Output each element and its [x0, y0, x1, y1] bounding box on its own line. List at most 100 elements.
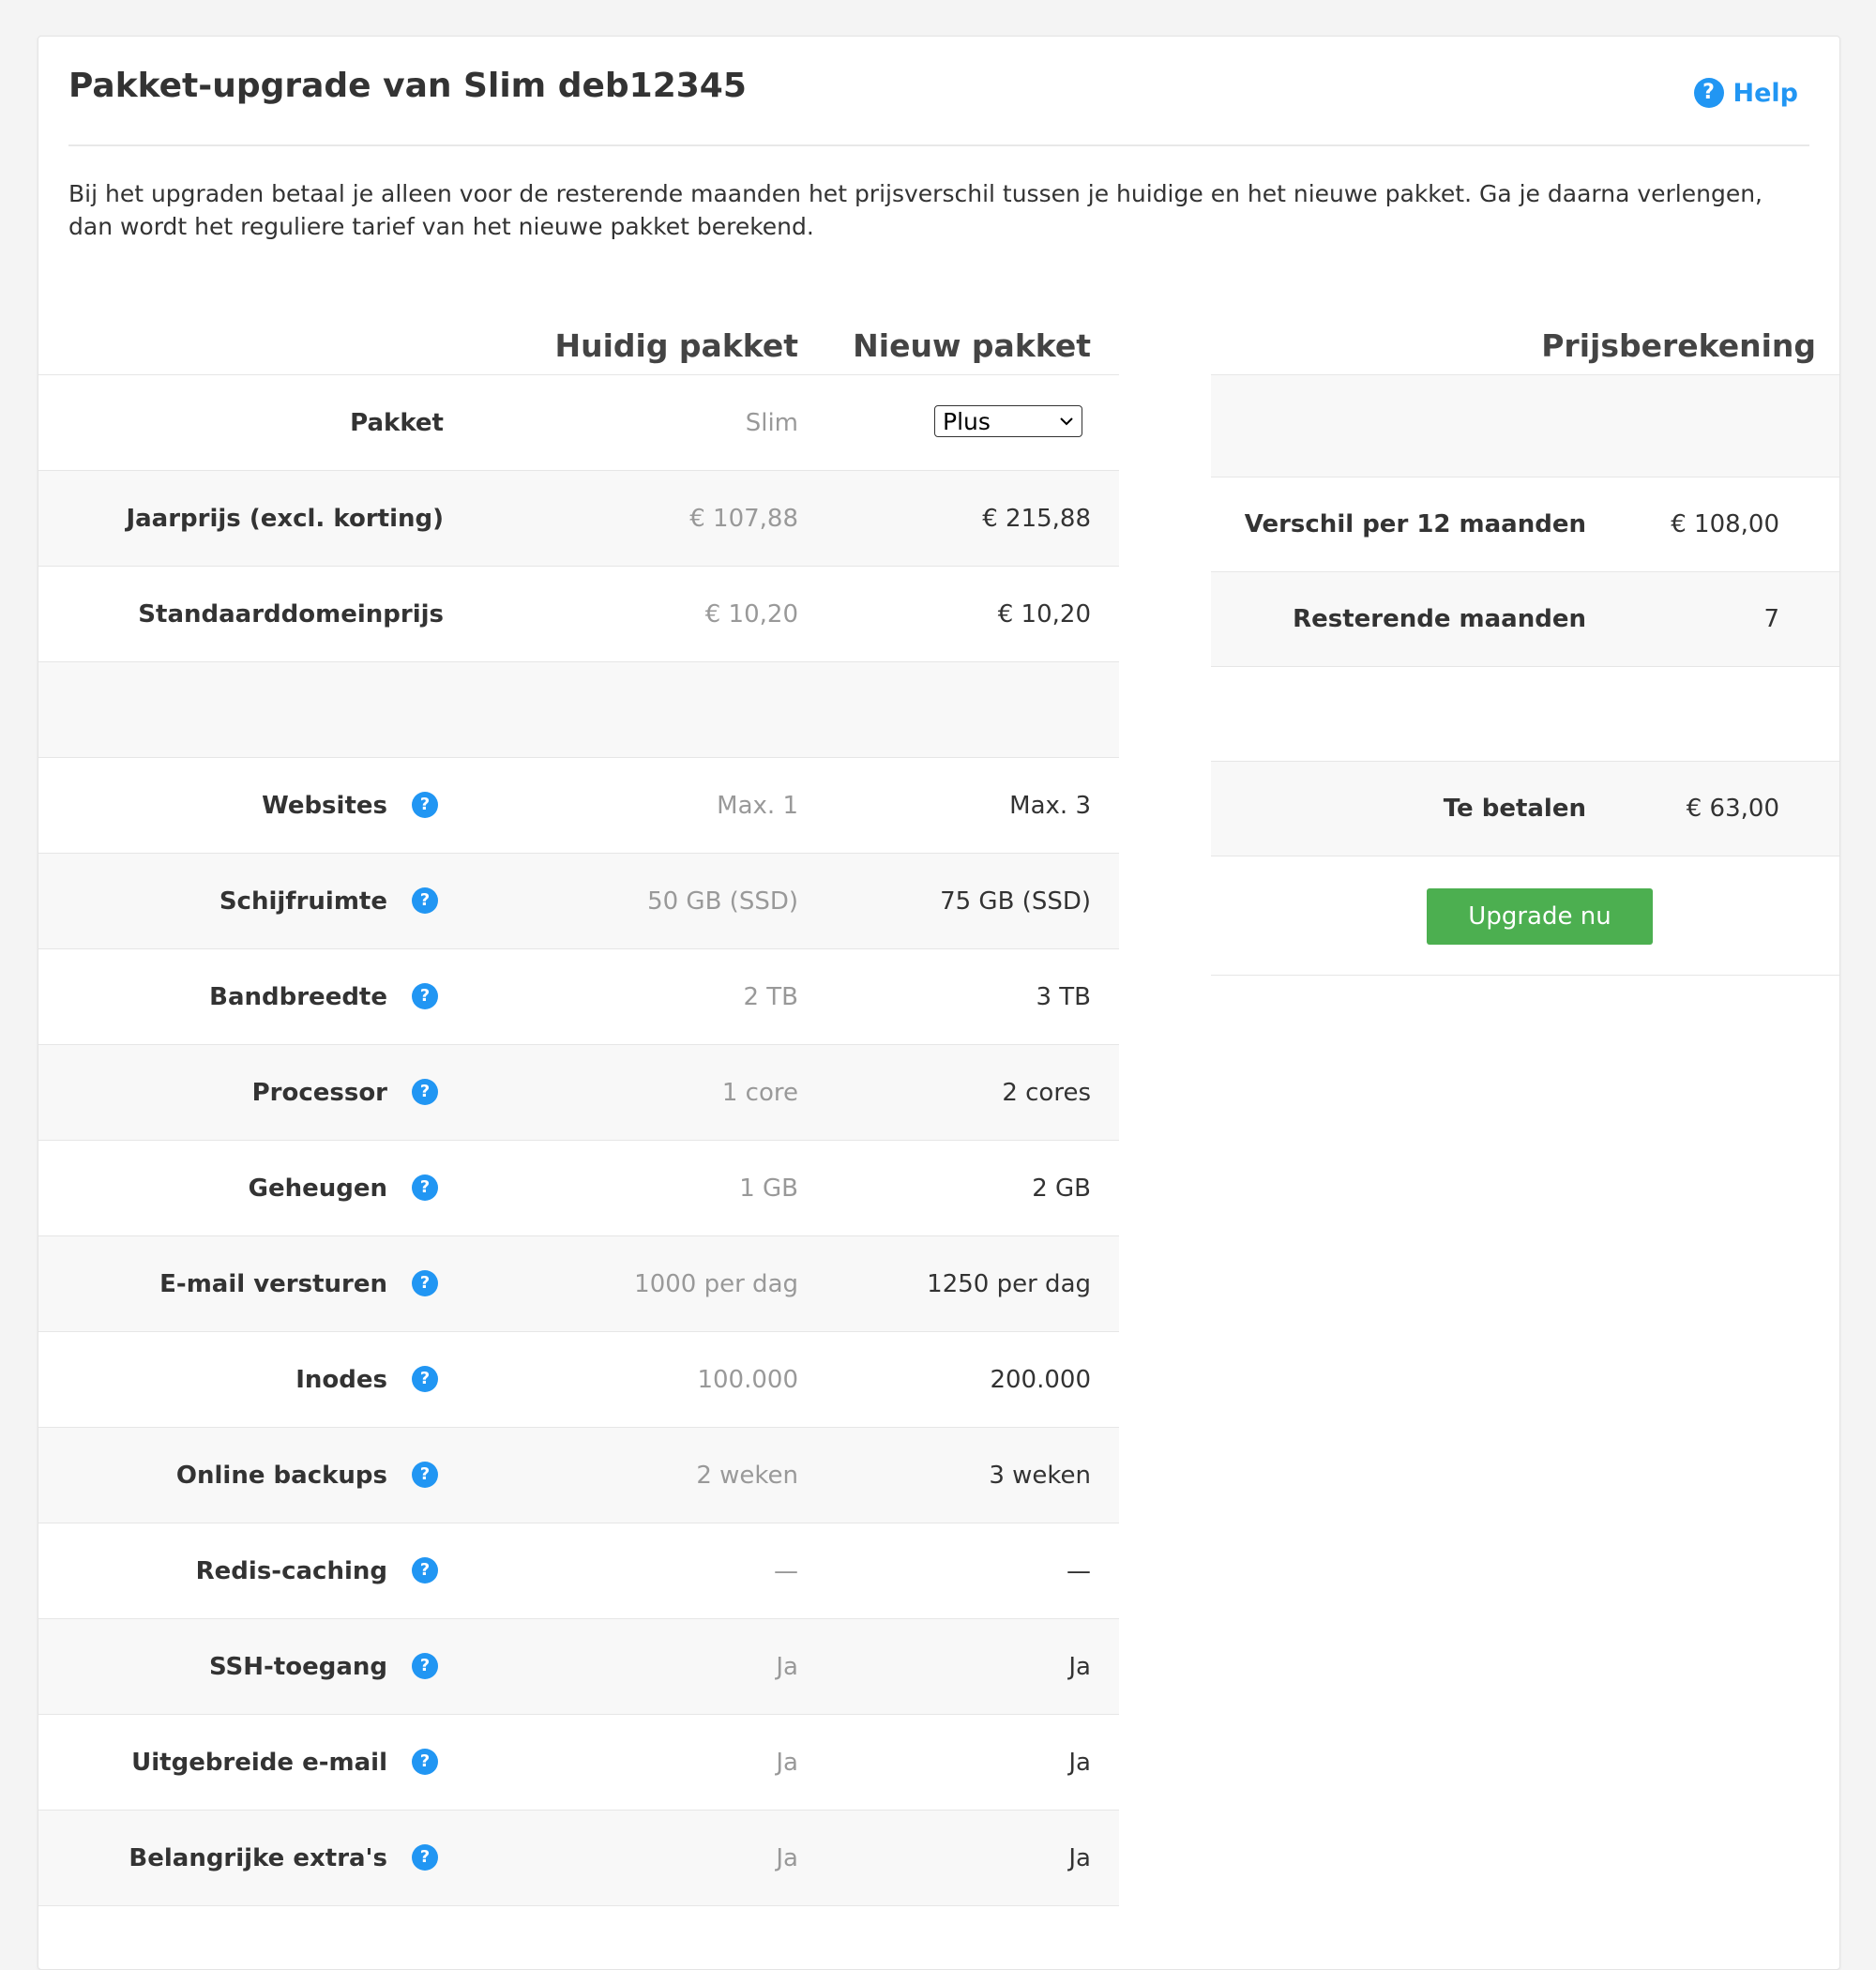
feature-row: Uitgebreide e-mail ? Ja Ja — [38, 1714, 1119, 1810]
new-value: 3 weken — [989, 1461, 1091, 1490]
feature-row: Online backups ? 2 weken 3 weken — [38, 1427, 1119, 1523]
current-value: € 107,88 — [689, 504, 798, 533]
new-package-header: Nieuw pakket — [853, 327, 1091, 364]
current-value: 2 weken — [696, 1461, 798, 1490]
feature-row: Processor ? 1 core 2 cores — [38, 1044, 1119, 1140]
feature-row: Belangrijke extra's ? Ja Ja — [38, 1810, 1119, 1906]
row-label: Processor — [251, 1078, 387, 1107]
info-icon[interactable]: ? — [412, 1653, 438, 1679]
price-calculation-table: Verschil per 12 maanden € 108,00 Restere… — [1211, 374, 1839, 976]
row-label: Online backups — [175, 1461, 387, 1490]
current-value: Ja — [776, 1652, 798, 1681]
new-value: — — [1067, 1556, 1091, 1585]
feature-row: Websites ? Max. 1 Max. 3 — [38, 757, 1119, 853]
help-link[interactable]: ? Help — [1693, 78, 1799, 108]
feature-row: Bandbreedte ? 2 TB 3 TB — [38, 948, 1119, 1044]
row-label: Inodes — [295, 1365, 387, 1394]
current-value: Ja — [776, 1843, 798, 1872]
new-value: € 215,88 — [982, 504, 1091, 533]
current-value: Ja — [776, 1748, 798, 1777]
row-label: Belangrijke extra's — [129, 1843, 387, 1872]
feature-row: SSH-toegang ? Ja Ja — [38, 1618, 1119, 1714]
row-label: SSH-toegang — [208, 1652, 387, 1681]
current-value: 1 core — [721, 1078, 798, 1107]
info-icon[interactable]: ? — [412, 1844, 438, 1871]
new-value: 75 GB (SSD) — [940, 886, 1091, 916]
total-row: Te betalen € 63,00 — [1211, 761, 1839, 856]
info-icon[interactable]: ? — [412, 1270, 438, 1296]
months-label: Resterende maanden — [1293, 605, 1586, 633]
row-label: Pakket — [350, 408, 444, 437]
current-value: — — [774, 1556, 798, 1585]
feature-row: Redis-caching ? — — — [38, 1523, 1119, 1618]
current-value: Slim — [745, 408, 798, 437]
info-icon[interactable]: ? — [412, 1174, 438, 1201]
feature-row: Geheugen ? 1 GB 2 GB — [38, 1140, 1119, 1235]
current-value: € 10,20 — [704, 599, 798, 629]
info-icon[interactable]: ? — [412, 1749, 438, 1775]
row-label: Jaarprijs (excl. korting) — [126, 504, 444, 533]
help-icon: ? — [1693, 78, 1724, 108]
total-label: Te betalen — [1443, 795, 1586, 823]
upgrade-card: Pakket-upgrade van Slim deb12345 ? Help … — [38, 36, 1840, 1970]
feature-row: E-mail versturen ? 1000 per dag 1250 per… — [38, 1235, 1119, 1331]
info-icon[interactable]: ? — [412, 887, 438, 914]
chevron-down-icon — [1060, 417, 1073, 426]
info-icon[interactable]: ? — [412, 1079, 438, 1105]
new-value: 2 cores — [1002, 1078, 1091, 1107]
info-icon[interactable]: ? — [412, 1462, 438, 1488]
feature-row: Inodes ? 100.000 200.000 — [38, 1331, 1119, 1427]
row-label: Geheugen — [248, 1174, 387, 1203]
new-value: Max. 3 — [1009, 791, 1091, 820]
info-icon[interactable]: ? — [412, 792, 438, 818]
price-row: Standaarddomeinprijs € 10,20 € 10,20 — [38, 566, 1119, 661]
feature-row: Schijfruimte ? 50 GB (SSD) 75 GB (SSD) — [38, 853, 1119, 948]
row-label: Websites — [262, 791, 387, 820]
current-value: 1 GB — [739, 1174, 798, 1203]
info-icon[interactable]: ? — [412, 1366, 438, 1392]
row-label: Standaarddomeinprijs — [138, 599, 444, 629]
current-value: Max. 1 — [717, 791, 798, 820]
new-value: Ja — [1068, 1748, 1091, 1777]
upgrade-now-button[interactable]: Upgrade nu — [1427, 888, 1653, 945]
row-label: E-mail versturen — [159, 1269, 387, 1298]
help-label: Help — [1732, 78, 1799, 108]
page-title: Pakket-upgrade van Slim deb12345 — [68, 67, 747, 105]
months-row: Resterende maanden 7 — [1211, 571, 1839, 666]
current-package-header: Huidig pakket — [554, 327, 798, 364]
intro-text: Bij het upgraden betaal je alleen voor d… — [68, 180, 1763, 240]
price-calculation-header: Prijsberekening — [1541, 327, 1816, 364]
difference-row: Verschil per 12 maanden € 108,00 — [1211, 477, 1839, 571]
row-label: Bandbreedte — [209, 982, 387, 1011]
package-row: Pakket Slim Plus — [38, 374, 1119, 470]
new-value: 3 TB — [1036, 982, 1091, 1011]
new-value: 1250 per dag — [927, 1269, 1091, 1298]
row-label: Schijfruimte — [219, 886, 387, 916]
price-row: Jaarprijs (excl. korting) € 107,88 € 215… — [38, 470, 1119, 566]
info-icon[interactable]: ? — [412, 983, 438, 1009]
button-row: Upgrade nu — [1211, 856, 1839, 976]
spacer-row — [1211, 374, 1839, 477]
current-value: 50 GB (SSD) — [647, 886, 798, 916]
comparison-table: Pakket Slim Plus Jaarprijs (excl. kortin… — [38, 374, 1119, 1906]
months-value: 7 — [1763, 605, 1779, 633]
spacer-row — [1211, 666, 1839, 761]
new-value: Ja — [1068, 1843, 1091, 1872]
current-value: 2 TB — [743, 982, 798, 1011]
new-value: 200.000 — [990, 1365, 1091, 1394]
current-value: 100.000 — [697, 1365, 798, 1394]
package-select-value: Plus — [943, 407, 991, 435]
row-label: Redis-caching — [195, 1556, 387, 1585]
new-value: Ja — [1068, 1652, 1091, 1681]
divider — [68, 144, 1809, 146]
row-label: Uitgebreide e-mail — [131, 1748, 387, 1777]
current-value: 1000 per dag — [634, 1269, 798, 1298]
total-value: € 63,00 — [1686, 795, 1779, 823]
new-value: 2 GB — [1032, 1174, 1091, 1203]
difference-label: Verschil per 12 maanden — [1244, 510, 1586, 538]
new-value: € 10,20 — [997, 599, 1091, 629]
info-icon[interactable]: ? — [412, 1557, 438, 1584]
package-select[interactable]: Plus — [934, 405, 1082, 437]
spacer-row — [38, 661, 1119, 757]
difference-value: € 108,00 — [1671, 510, 1779, 538]
